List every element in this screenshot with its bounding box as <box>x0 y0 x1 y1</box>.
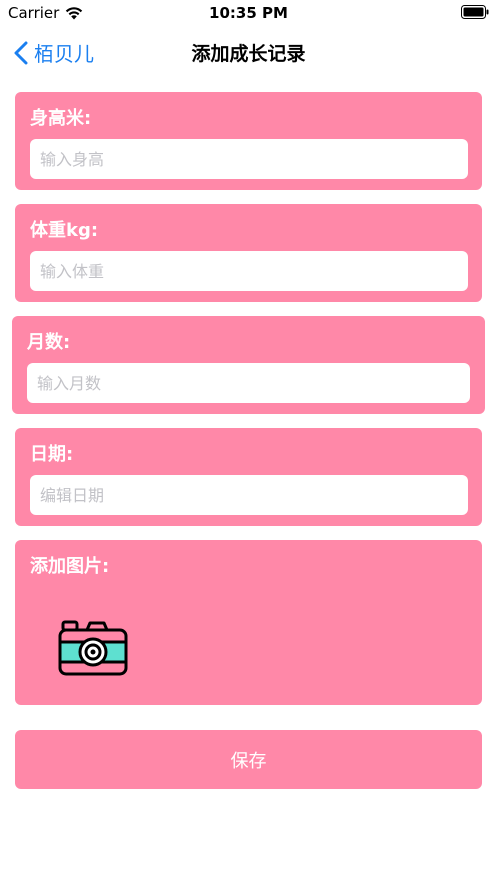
date-card: 日期: <box>15 428 482 526</box>
height-input[interactable] <box>30 139 468 179</box>
screen: Carrier 10:35 PM 栢贝儿 添加成长记录 身高米: 输入身高 体重… <box>0 0 497 883</box>
nav-bar: 栢贝儿 添加成长记录 <box>0 26 497 76</box>
months-card: 月数: <box>12 316 485 414</box>
date-input[interactable] <box>30 475 468 515</box>
height-label: 身高米: <box>30 108 92 129</box>
weight-label: 体重kg: <box>30 220 99 241</box>
camera-icon[interactable] <box>57 618 129 678</box>
battery-icon <box>461 5 489 19</box>
height-card: 身高米: <box>15 92 482 190</box>
weight-card: 体重kg: <box>15 204 482 302</box>
page-title: 添加成长记录 <box>191 43 306 65</box>
months-input[interactable] <box>27 363 470 403</box>
status-time: 10:35 PM <box>209 4 288 22</box>
months-label: 月数: <box>27 332 71 353</box>
image-label: 添加图片: <box>30 556 110 577</box>
weight-input[interactable] <box>30 251 468 291</box>
save-button[interactable]: 保存 <box>15 730 482 789</box>
image-card: 添加图片: <box>15 540 482 705</box>
date-label: 日期: <box>30 444 74 465</box>
status-bar: Carrier 10:35 PM <box>0 0 497 26</box>
